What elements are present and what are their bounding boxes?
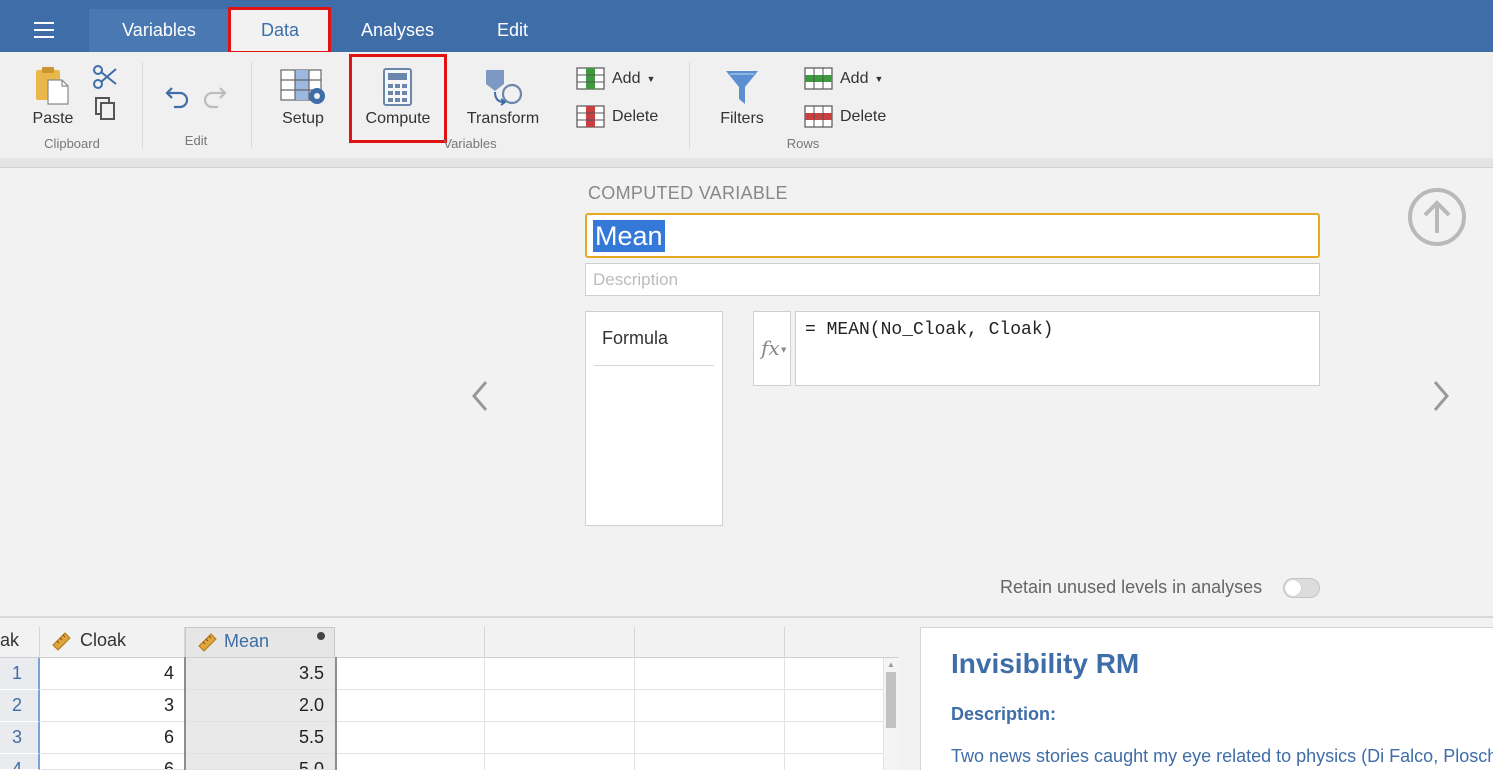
ribbon-separator (251, 62, 252, 148)
column-header-cloak[interactable]: Cloak (40, 627, 185, 657)
retain-unused-levels-toggle[interactable] (1283, 578, 1320, 598)
formula-tab-divider (594, 365, 714, 366)
table-cell-mean[interactable]: 5.0 (185, 754, 335, 770)
computed-variable-heading: COMPUTED VARIABLE (588, 183, 788, 203)
compute-label: Compute (365, 110, 431, 127)
modified-dot-icon (317, 632, 325, 640)
previous-variable-chevron-icon[interactable] (469, 379, 491, 413)
toggle-knob (1285, 580, 1301, 596)
collapse-panel-arrow-up-icon[interactable] (1407, 187, 1467, 247)
add-variable-button[interactable]: Add ▼ (576, 66, 666, 92)
function-picker-button[interactable]: fx ▼ (753, 311, 791, 386)
variable-name-input[interactable]: Mean (585, 213, 1320, 258)
row-number[interactable]: 1 (0, 658, 40, 690)
setup-icon (280, 69, 325, 104)
formula-tab-list: Formula (585, 311, 723, 526)
table-cell-cloak[interactable]: 6 (41, 722, 185, 754)
calculator-icon (383, 68, 412, 106)
table-cell-cloak[interactable]: 3 (41, 690, 185, 722)
filter-icon (726, 71, 758, 104)
edit-group-label: Edit (184, 133, 208, 148)
retain-unused-levels-label: Retain unused levels in analyses (1000, 577, 1263, 597)
results-title: Invisibility RM (951, 648, 1140, 679)
delete-row-label: Delete (840, 108, 887, 125)
add-row-button[interactable]: Add ▼ (804, 66, 894, 92)
results-description-label: Description: (951, 704, 1057, 724)
delete-variable-label: Delete (612, 108, 659, 125)
add-variable-label: Add (612, 70, 641, 87)
formula-tab[interactable]: Formula (602, 328, 668, 349)
setup-button[interactable]: Setup (272, 66, 334, 130)
ribbon-separator (142, 62, 143, 148)
table-cell-mean[interactable]: 3.5 (185, 658, 335, 690)
table-row-empty-cells[interactable] (335, 658, 884, 690)
results-panel: Invisibility RM Description: Two news st… (920, 627, 1493, 770)
table-cell-cloak[interactable]: 4 (41, 658, 185, 690)
row-number[interactable]: 4 (0, 754, 40, 770)
tab-edit[interactable]: Edit (470, 9, 555, 52)
menu-bar: Variables Data Analyses Edit (0, 0, 1493, 52)
table-cell-mean[interactable]: 2.0 (185, 690, 335, 722)
add-column-icon (576, 67, 605, 90)
row-number[interactable]: 3 (0, 722, 40, 754)
column-header-label: Cloak (80, 630, 127, 650)
ribbon-bottom-strip (0, 158, 1493, 168)
column-header-label: Mean (224, 631, 270, 651)
dropdown-caret-icon: ▼ (646, 73, 656, 84)
tab-analyses[interactable]: Analyses (340, 9, 455, 52)
tab-variables[interactable]: Variables (89, 9, 229, 52)
scrollbar-thumb[interactable] (886, 672, 896, 728)
paste-label: Paste (32, 110, 74, 127)
tab-data[interactable]: Data (229, 9, 331, 52)
compute-button[interactable]: Compute (355, 66, 441, 130)
redo-icon[interactable] (200, 84, 228, 110)
column-header-label: ak (0, 630, 20, 650)
column-header-no-cloak[interactable]: ak (0, 627, 40, 657)
cut-icon[interactable] (92, 64, 118, 90)
filters-label: Filters (720, 110, 764, 127)
delete-row-button[interactable]: Delete (804, 104, 894, 130)
column-header-empty[interactable] (785, 627, 898, 657)
hamburger-menu-icon[interactable] (22, 14, 66, 48)
dropdown-caret-icon: ▼ (874, 73, 884, 84)
formula-input[interactable]: = MEAN(No_Cloak, Cloak) (795, 311, 1320, 386)
table-row-empty-cells[interactable] (335, 690, 884, 722)
copy-icon[interactable] (92, 96, 118, 122)
table-cell-cloak[interactable]: 6 (41, 754, 185, 770)
paste-icon (36, 67, 69, 105)
variables-group-label: Variables (443, 136, 497, 151)
row-number[interactable]: 2 (0, 690, 40, 722)
paste-button[interactable]: Paste (22, 66, 84, 130)
add-row-icon (804, 67, 833, 90)
column-header-mean[interactable]: Mean (185, 627, 335, 657)
undo-icon[interactable] (164, 84, 192, 110)
fx-icon: fx (761, 336, 780, 360)
ribbon-separator (689, 62, 690, 148)
next-variable-chevron-icon[interactable] (1430, 379, 1452, 413)
column-header-empty[interactable] (335, 627, 485, 657)
clipboard-group-label: Clipboard (44, 136, 100, 151)
rows-group-label: Rows (786, 136, 820, 151)
results-description-text: Two news stories caught my eye related t… (951, 746, 1493, 766)
ruler-icon (52, 632, 71, 651)
vertical-scrollbar[interactable]: ▲ (883, 658, 898, 770)
description-input[interactable]: Description (585, 263, 1320, 296)
setup-label: Setup (282, 110, 324, 127)
scroll-up-arrow-icon[interactable]: ▲ (887, 660, 895, 669)
transform-label: Transform (466, 110, 540, 127)
delete-variable-button[interactable]: Delete (576, 104, 666, 130)
column-header-empty[interactable] (485, 627, 635, 657)
column-header-empty[interactable] (635, 627, 785, 657)
ruler-icon (198, 633, 217, 652)
table-row-empty-cells[interactable] (335, 722, 884, 754)
delete-column-icon (576, 105, 605, 128)
delete-row-icon (804, 105, 833, 128)
dropdown-caret-icon: ▼ (781, 346, 787, 354)
table-cell-mean[interactable]: 5.5 (185, 722, 335, 754)
variable-name-text: Mean (593, 220, 665, 252)
transform-button[interactable]: Transform (460, 66, 546, 130)
transform-icon (486, 70, 523, 106)
add-row-label: Add (840, 70, 869, 87)
filters-button[interactable]: Filters (710, 66, 774, 130)
